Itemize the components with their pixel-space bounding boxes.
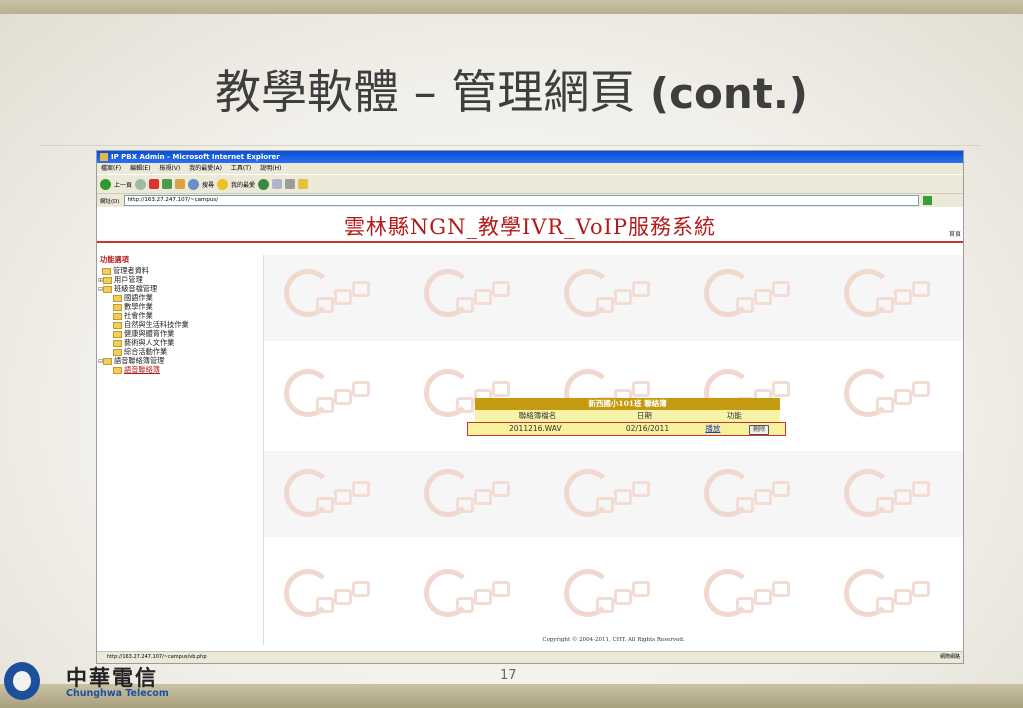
- favorites-icon[interactable]: [217, 178, 229, 190]
- slide-title: 教學軟體 – 管理網頁 (cont.): [0, 56, 1023, 122]
- sidebar-item-label: 管理者資料: [113, 266, 149, 275]
- home-link[interactable]: 首頁: [949, 229, 961, 238]
- cell-date: 02/16/2011: [625, 424, 670, 433]
- back-icon[interactable]: [100, 178, 111, 190]
- browser-title-bar: IP PBX Admin - Microsoft Internet Explor…: [97, 151, 963, 163]
- folder-icon: [113, 339, 122, 347]
- slide-title-en: (cont.): [649, 69, 808, 118]
- menu-tools[interactable]: 工具(T): [231, 165, 251, 172]
- menu-favorites[interactable]: 我的最愛(A): [189, 165, 222, 172]
- window-title: IP PBX Admin - Microsoft Internet Explor…: [111, 153, 280, 161]
- contact-book-header-row: 聯絡簿檔名 日期 功能: [475, 410, 780, 422]
- address-label: 網址(D): [100, 198, 120, 205]
- sidebar-item-label: 國語作業: [124, 293, 153, 302]
- address-bar: 網址(D) http://163.27.247.107/~campus/: [97, 193, 963, 207]
- menu-help[interactable]: 說明(H): [260, 165, 281, 172]
- folder-icon: [113, 321, 122, 329]
- folder-icon: [113, 312, 122, 320]
- folder-icon: [113, 330, 122, 338]
- favorites-label[interactable]: 我的最愛: [231, 180, 255, 189]
- slide-top-bar: [0, 0, 1023, 14]
- status-zone: 網際網路: [939, 654, 960, 660]
- header-filename: 聯絡簿檔名: [518, 411, 557, 420]
- sidebar-item-label: 社會作業: [124, 311, 153, 320]
- app-header: 雲林縣NGN_教學IVR_VoIP服務系統 首頁: [97, 207, 963, 243]
- sidebar-item-voice-book-mgmt[interactable]: ⊟ 語音聯絡簿管理: [97, 356, 263, 365]
- sidebar-item-label: 自然與生活科技作業: [124, 320, 189, 329]
- browser-menu-bar: 檔案(F) 編輯(E) 檢視(V) 我的最愛(A) 工具(T) 說明(H): [97, 163, 963, 174]
- folder-icon: [113, 303, 122, 311]
- title-divider: [40, 145, 980, 146]
- address-input[interactable]: http://163.27.247.107/~campus/: [123, 195, 919, 206]
- browser-status-bar: http://163.27.247.107/~campus/vb.php 網際網…: [97, 651, 963, 663]
- header-date: 日期: [636, 411, 652, 420]
- play-link[interactable]: 播放: [705, 424, 720, 433]
- browser-toolbar: 上一頁 搜尋 我的最愛: [97, 174, 963, 193]
- refresh-icon[interactable]: [162, 179, 173, 189]
- content-area: 新西國小101班 聯絡簿 聯絡簿檔名 日期 功能 2011216.WAV 02/…: [264, 255, 963, 645]
- sidebar-item-label: 語音聯絡簿: [124, 365, 160, 374]
- folder-icon: [113, 366, 122, 374]
- cell-play-wrap: 播放: [692, 423, 733, 435]
- sidebar-item-chinese[interactable]: 國語作業: [97, 293, 263, 302]
- ie-icon: [100, 153, 108, 161]
- app-title: 雲林縣NGN_教學IVR_VoIP服務系統: [343, 215, 717, 239]
- sidebar-item-admin-info[interactable]: 管理者資料: [97, 266, 263, 275]
- cell-delete-wrap: 刪除: [733, 423, 785, 435]
- sidebar-item-label: 數學作業: [124, 302, 153, 311]
- folder-icon: [113, 294, 122, 302]
- forward-icon[interactable]: [135, 178, 147, 190]
- sidebar-item-social[interactable]: 社會作業: [97, 311, 263, 320]
- copyright-text: Copyright © 2004-2011, CHT. All Rights R…: [542, 637, 685, 643]
- sidebar-item-label: 藝術與人文作業: [124, 338, 175, 347]
- sidebar-item-label: 健康與體育作業: [124, 329, 175, 338]
- menu-file[interactable]: 檔案(F): [101, 165, 121, 172]
- logo-text-en: Chunghwa Telecom: [66, 688, 169, 699]
- history-icon[interactable]: [258, 178, 270, 190]
- sidebar-item-math[interactable]: 數學作業: [97, 302, 263, 311]
- sidebar-item-label: 綜合活動作業: [124, 347, 168, 356]
- folder-icon: [103, 285, 112, 293]
- search-icon[interactable]: [188, 178, 200, 190]
- sidebar-item-activities[interactable]: 綜合活動作業: [97, 347, 263, 356]
- contact-book-table: 新西國小101班 聯絡簿 聯絡簿檔名 日期 功能 2011216.WAV 02/…: [467, 398, 786, 436]
- sidebar-item-label: 班級音檔管理: [114, 284, 158, 293]
- contact-book-title: 新西國小101班 聯絡簿: [475, 398, 780, 410]
- menu-view[interactable]: 檢視(V): [159, 165, 180, 172]
- slide-title-cn: 教學軟體 – 管理網頁: [215, 65, 636, 119]
- folder-icon: [103, 276, 112, 284]
- sidebar-item-health[interactable]: 健康與體育作業: [97, 329, 263, 338]
- mail-icon[interactable]: [272, 179, 283, 189]
- sidebar-item-user-management[interactable]: ⊞ 用戶管理: [97, 275, 263, 284]
- folder-icon: [103, 357, 112, 365]
- header-function: 功能: [726, 411, 742, 420]
- page-number: 17: [500, 668, 517, 683]
- search-label[interactable]: 搜尋: [202, 180, 214, 189]
- print-icon[interactable]: [285, 179, 296, 189]
- back-label[interactable]: 上一頁: [114, 180, 132, 189]
- home-icon[interactable]: [175, 179, 186, 189]
- sidebar-heading: 功能選項: [100, 255, 129, 264]
- delete-button[interactable]: 刪除: [749, 425, 770, 435]
- sidebar-item-science[interactable]: 自然與生活科技作業: [97, 320, 263, 329]
- sidebar-item-voice-book[interactable]: 語音聯絡簿: [97, 365, 263, 374]
- folder-icon[interactable]: [298, 179, 309, 189]
- go-icon[interactable]: [922, 196, 932, 205]
- stop-icon[interactable]: [149, 179, 160, 189]
- browser-screenshot: IP PBX Admin - Microsoft Internet Explor…: [96, 150, 964, 664]
- sidebar-item-label: 語音聯絡簿管理: [114, 356, 165, 365]
- cell-filename: 2011216.WAV: [509, 424, 562, 433]
- folder-icon: [102, 267, 111, 275]
- sidebar-item-arts[interactable]: 藝術與人文作業: [97, 338, 263, 347]
- cht-logo-icon: [4, 662, 40, 700]
- table-row: 2011216.WAV 02/16/2011 播放 刪除: [467, 422, 786, 436]
- folder-icon: [113, 348, 122, 356]
- status-url: http://163.27.247.107/~campus/vb.php: [107, 654, 207, 660]
- menu-edit[interactable]: 編輯(E): [130, 165, 150, 172]
- sidebar: 功能選項 管理者資料 ⊞ 用戶管理 ⊟ 班級音檔管理 國語作業 數學作業 社會作業 …: [97, 255, 264, 645]
- sidebar-item-label: 用戶管理: [114, 275, 143, 284]
- sidebar-item-class-audio[interactable]: ⊟ 班級音檔管理: [97, 284, 263, 293]
